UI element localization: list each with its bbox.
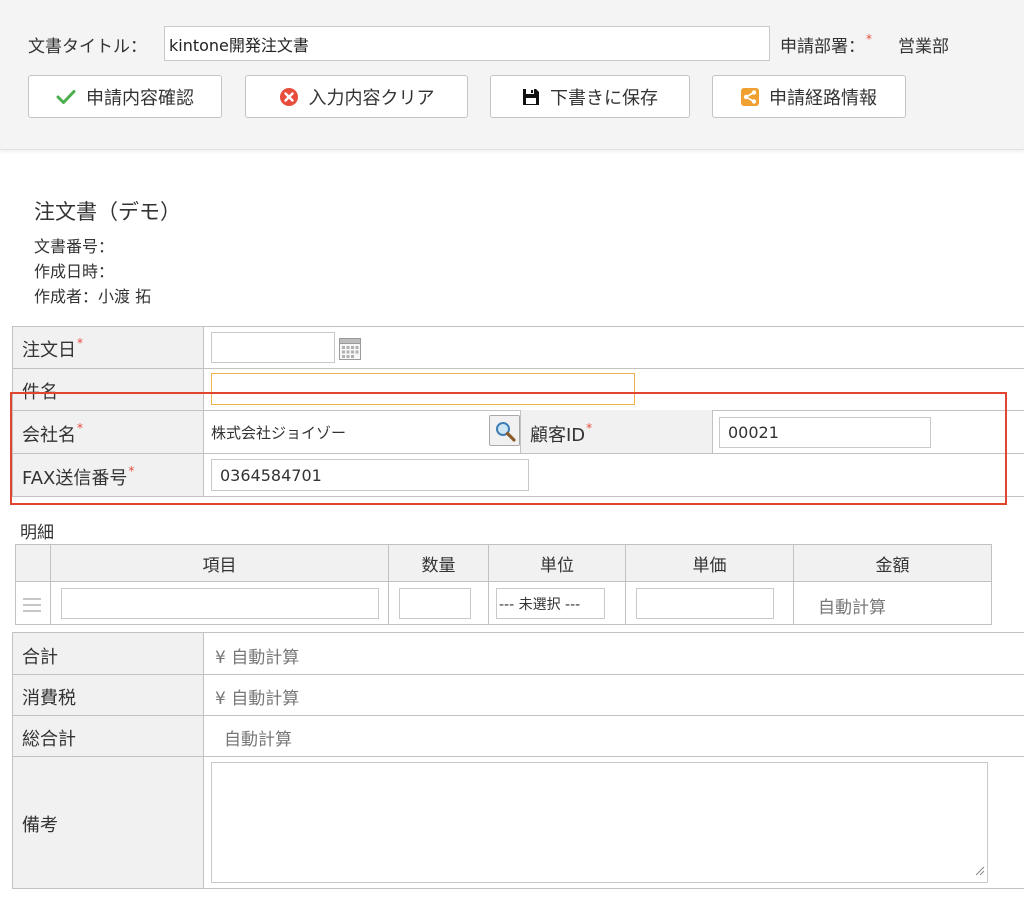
item-input[interactable] — [61, 588, 379, 619]
grid-line — [12, 496, 1024, 497]
grand-total-value: 自動計算 — [224, 730, 292, 750]
column-header-unit-price: 単価 — [625, 544, 794, 582]
column-header-item: 項目 — [50, 544, 389, 582]
customer-id-input[interactable] — [719, 417, 931, 448]
order-date-label: 注文日* — [22, 336, 83, 361]
drag-cell — [15, 581, 51, 625]
tax-value: ¥ 自動計算 — [215, 689, 300, 709]
grid-line — [12, 632, 1024, 633]
remarks-label: 備考 — [22, 815, 58, 836]
column-header-quantity: 数量 — [388, 544, 489, 582]
top-bar: 文書タイトル： 申請部署：* 営業部 申請内容確認 入力内容クリア 下書きに保存… — [0, 0, 1024, 150]
required-mark: * — [866, 32, 872, 46]
doc-title-input[interactable] — [164, 26, 770, 61]
author-label: 作成者：小渡 拓 — [34, 287, 152, 306]
check-icon — [56, 89, 76, 105]
grand-total-label: 総合計 — [22, 729, 76, 750]
grid-line — [12, 715, 1024, 716]
route-info-button-label: 申請経路情報 — [769, 87, 877, 109]
subtotal-value: ¥ 自動計算 — [215, 648, 300, 668]
confirm-button[interactable]: 申請内容確認 — [28, 75, 222, 118]
clear-icon — [279, 87, 299, 107]
order-date-input[interactable] — [211, 332, 335, 363]
dept-label: 申請部署：* — [780, 32, 872, 57]
item-cell — [50, 581, 389, 625]
quantity-input[interactable] — [399, 588, 471, 619]
drag-column-header — [15, 544, 51, 582]
resize-handle-icon[interactable] — [975, 861, 985, 880]
customer-id-label: 顧客ID* — [530, 421, 593, 446]
drag-handle-icon[interactable] — [23, 597, 41, 616]
company-label: 会社名* — [22, 421, 83, 446]
fax-input[interactable] — [211, 459, 529, 491]
details-header-row: 項目 数量 単位 単価 金額 — [15, 544, 992, 582]
clear-button[interactable]: 入力内容クリア — [245, 75, 468, 118]
table-row: --- 未選択 --- 自動計算 — [15, 581, 992, 625]
subject-label: 件名 — [22, 382, 58, 403]
lookup-search-icon[interactable] — [489, 415, 520, 446]
floppy-disk-icon — [522, 88, 540, 106]
amount-cell: 自動計算 — [793, 581, 992, 625]
route-info-button[interactable]: 申請経路情報 — [712, 75, 906, 118]
save-draft-button-label: 下書きに保存 — [550, 87, 658, 109]
grid-line — [12, 453, 1024, 454]
grid-line — [12, 888, 1024, 889]
clear-button-label: 入力内容クリア — [308, 87, 435, 109]
totals-label-column — [12, 632, 204, 889]
doc-number-label: 文書番号： — [34, 237, 115, 256]
fax-label: FAX送信番号* — [22, 464, 135, 489]
column-header-amount: 金額 — [793, 544, 992, 582]
subject-input[interactable] — [211, 373, 635, 405]
form-title: 注文書（デモ） — [34, 200, 181, 224]
doc-title-label: 文書タイトル： — [28, 37, 147, 57]
quantity-cell — [388, 581, 489, 625]
calendar-icon[interactable] — [339, 338, 361, 364]
column-header-unit: 単位 — [488, 544, 626, 582]
save-draft-button[interactable]: 下書きに保存 — [490, 75, 690, 118]
details-section-label: 明細 — [20, 523, 54, 543]
details-table: 項目 数量 単位 単価 金額 --- 未選択 --- 自動計算 — [15, 544, 992, 625]
unit-price-input[interactable] — [636, 588, 774, 619]
tax-label: 消費税 — [22, 688, 76, 709]
remarks-textarea[interactable] — [211, 762, 988, 883]
subtotal-label: 合計 — [22, 647, 58, 668]
unit-price-cell — [625, 581, 794, 625]
grid-line — [12, 368, 1024, 369]
dept-value: 営業部 — [898, 37, 949, 57]
unit-cell: --- 未選択 --- — [488, 581, 626, 625]
grid-line — [12, 410, 1024, 411]
grid-line — [12, 674, 1024, 675]
confirm-button-label: 申請内容確認 — [86, 87, 194, 109]
amount-value: 自動計算 — [818, 598, 886, 618]
company-value: 株式会社ジョイゾー — [211, 424, 347, 442]
created-at-label: 作成日時： — [34, 262, 115, 281]
unit-select[interactable]: --- 未選択 --- — [496, 588, 605, 619]
grid-line — [12, 326, 1024, 327]
grid-line — [12, 756, 1024, 757]
share-icon — [741, 87, 759, 106]
